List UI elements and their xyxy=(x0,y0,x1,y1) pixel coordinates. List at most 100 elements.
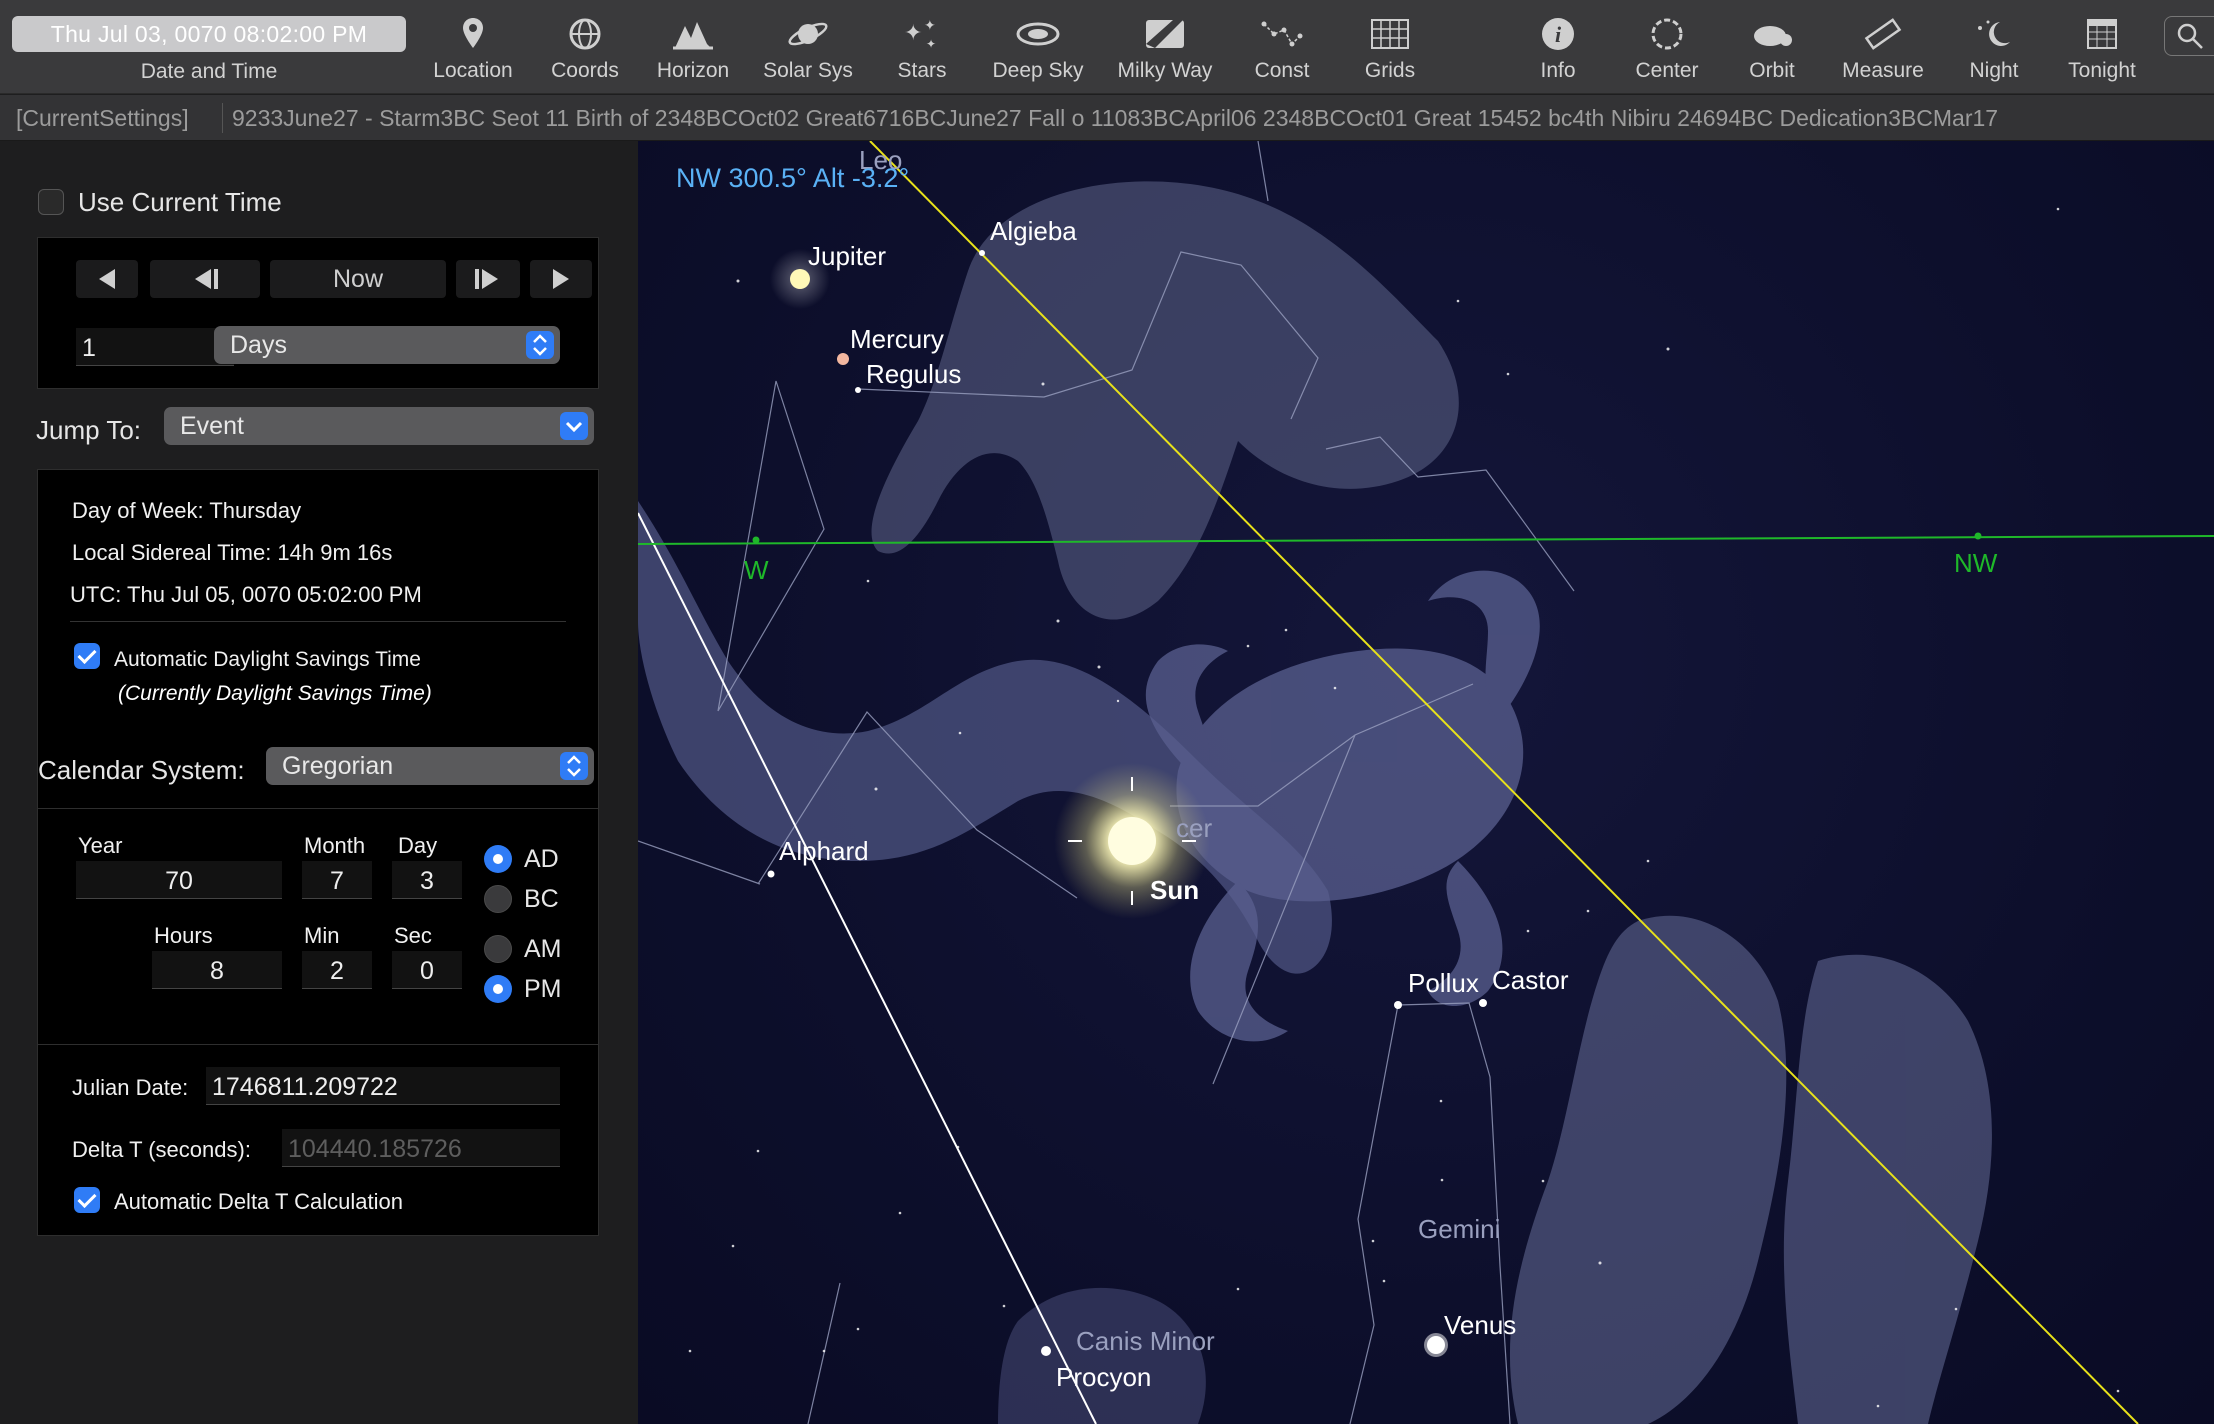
use-current-time-checkbox[interactable] xyxy=(38,189,64,215)
auto-dst-checkbox[interactable] xyxy=(74,643,100,669)
regulus-star[interactable] xyxy=(855,387,861,393)
coords-button[interactable]: Coords xyxy=(535,10,635,90)
delta-t-label: Delta T (seconds): xyxy=(72,1137,251,1162)
now-button[interactable]: Now xyxy=(270,260,446,298)
day-input[interactable]: 3 xyxy=(392,861,462,899)
month-input[interactable]: 7 xyxy=(302,861,372,899)
solar-sys-button[interactable]: Solar Sys xyxy=(755,10,861,90)
planet-icon xyxy=(788,22,828,46)
jump-to-select[interactable]: Event xyxy=(164,407,594,445)
galaxy-icon xyxy=(1016,22,1060,46)
coords-icon xyxy=(569,18,601,50)
current-settings-item[interactable]: [CurrentSettings] xyxy=(16,95,189,140)
west-label: W xyxy=(744,555,769,585)
svg-text:i: i xyxy=(1555,22,1562,47)
step-forward-button[interactable] xyxy=(456,260,520,298)
procyon-label[interactable]: Procyon xyxy=(1056,1362,1151,1392)
venus-planet[interactable] xyxy=(1427,1336,1445,1354)
calendar-system-select[interactable]: Gregorian xyxy=(266,747,594,785)
search-button[interactable] xyxy=(2164,16,2214,56)
leo-artwork xyxy=(871,181,1459,620)
location-button[interactable]: Location xyxy=(423,10,523,90)
mercury-planet[interactable] xyxy=(837,353,849,365)
grids-button[interactable]: Grids xyxy=(1340,10,1440,90)
pollux-star[interactable] xyxy=(1394,1001,1402,1009)
canis-minor-label: Canis Minor xyxy=(1076,1326,1215,1356)
sky-map[interactable]: Leo Jupiter Algieba Mercury Regulus W NW… xyxy=(638,141,2214,1424)
jump-to-label: Jump To: xyxy=(36,415,142,445)
step-amount-input[interactable]: 1 xyxy=(76,328,234,366)
gemini-label: Gemini xyxy=(1418,1214,1500,1244)
regulus-label[interactable]: Regulus xyxy=(866,359,961,389)
datetime-label: Date and Time xyxy=(140,60,278,83)
julian-box: Julian Date: 1746811.209722 Delta T (sec… xyxy=(37,1044,599,1236)
pm-radio[interactable] xyxy=(484,975,512,1003)
measure-button[interactable]: Measure xyxy=(1832,10,1934,90)
step-forward-fast-button[interactable] xyxy=(530,260,592,298)
sec-input[interactable]: 0 xyxy=(392,951,462,989)
info-button[interactable]: i Info xyxy=(1508,10,1608,90)
horizon-button[interactable]: Horizon xyxy=(643,10,743,90)
mercury-label[interactable]: Mercury xyxy=(850,324,944,354)
castor-label[interactable]: Castor xyxy=(1492,965,1569,995)
northwest-marker xyxy=(1974,532,1982,540)
ad-radio[interactable] xyxy=(484,845,512,873)
step-controls-box: Now 1 Days xyxy=(37,237,599,389)
venus-label[interactable]: Venus xyxy=(1444,1310,1516,1340)
events-ticker[interactable]: 9233June27 - Starm3BC Seot 11 Birth of 2… xyxy=(232,95,1998,140)
sun[interactable] xyxy=(1108,817,1156,865)
procyon-star[interactable] xyxy=(1041,1346,1051,1356)
step-back-button[interactable] xyxy=(150,260,260,298)
center-button[interactable]: Center xyxy=(1617,10,1717,90)
bc-radio[interactable] xyxy=(484,885,512,913)
constellation-icon xyxy=(1261,21,1303,47)
am-radio[interactable] xyxy=(484,935,512,963)
northwest-label: NW xyxy=(1954,548,1998,578)
west-marker xyxy=(752,536,760,544)
julian-date-input[interactable]: 1746811.209722 xyxy=(206,1067,560,1105)
day-label: Day xyxy=(398,833,438,858)
sun-label[interactable]: Sun xyxy=(1150,875,1199,905)
const-button[interactable]: Const xyxy=(1232,10,1332,90)
location-pin-icon xyxy=(463,18,483,48)
deep-sky-button[interactable]: Deep Sky xyxy=(985,10,1091,90)
jump-to-value: Event xyxy=(180,412,244,440)
bc-label: BC xyxy=(524,885,559,913)
meridian-line xyxy=(638,512,1097,1424)
min-input[interactable]: 2 xyxy=(302,951,372,989)
datetime-display[interactable]: Thu Jul 03, 0070 08:02:00 PM xyxy=(12,16,406,52)
tonight-button[interactable]: Tonight xyxy=(2052,10,2152,90)
svg-text:✦: ✦ xyxy=(926,37,936,51)
events-separator xyxy=(222,103,223,133)
orbit-icon xyxy=(1754,26,1792,46)
auto-delta-t-label: Automatic Delta T Calculation xyxy=(114,1189,403,1214)
milky-way-icon xyxy=(1146,20,1184,48)
sidereal-time-text: Local Sidereal Time: 14h 9m 16s xyxy=(72,540,393,565)
jupiter-planet[interactable] xyxy=(790,269,810,289)
alphard-label[interactable]: Alphard xyxy=(779,836,869,866)
up-down-arrows-icon xyxy=(526,331,554,359)
pollux-label[interactable]: Pollux xyxy=(1408,968,1479,998)
triangle-right-icon xyxy=(553,269,569,289)
alphard-star[interactable] xyxy=(767,870,775,878)
auto-delta-t-checkbox[interactable] xyxy=(74,1187,100,1213)
algieba-star[interactable] xyxy=(979,250,985,256)
milky-way-button[interactable]: Milky Way xyxy=(1110,10,1220,90)
step-back-fast-button[interactable] xyxy=(76,260,138,298)
jupiter-label[interactable]: Jupiter xyxy=(808,241,886,271)
castor-star[interactable] xyxy=(1479,999,1487,1007)
stars-button[interactable]: ✦ ✦ ✦ Stars xyxy=(872,10,972,90)
cancer-label: cer xyxy=(1176,813,1212,843)
night-button[interactable]: Night xyxy=(1944,10,2044,90)
step-forward-icon xyxy=(475,269,498,289)
algieba-label[interactable]: Algieba xyxy=(990,216,1077,246)
orbit-button[interactable]: Orbit xyxy=(1722,10,1822,90)
sky-view[interactable]: Leo Jupiter Algieba Mercury Regulus W NW… xyxy=(638,141,2214,1424)
time-panel: Use Current Time Now 1 Days Jump To: Eve… xyxy=(0,141,638,1424)
year-input[interactable]: 70 xyxy=(76,861,282,899)
min-label: Min xyxy=(304,923,340,948)
info-divider xyxy=(70,621,566,622)
step-unit-select[interactable]: Days xyxy=(214,326,560,364)
hours-input[interactable]: 8 xyxy=(152,951,282,989)
dst-status-text: (Currently Daylight Savings Time) xyxy=(118,682,432,705)
